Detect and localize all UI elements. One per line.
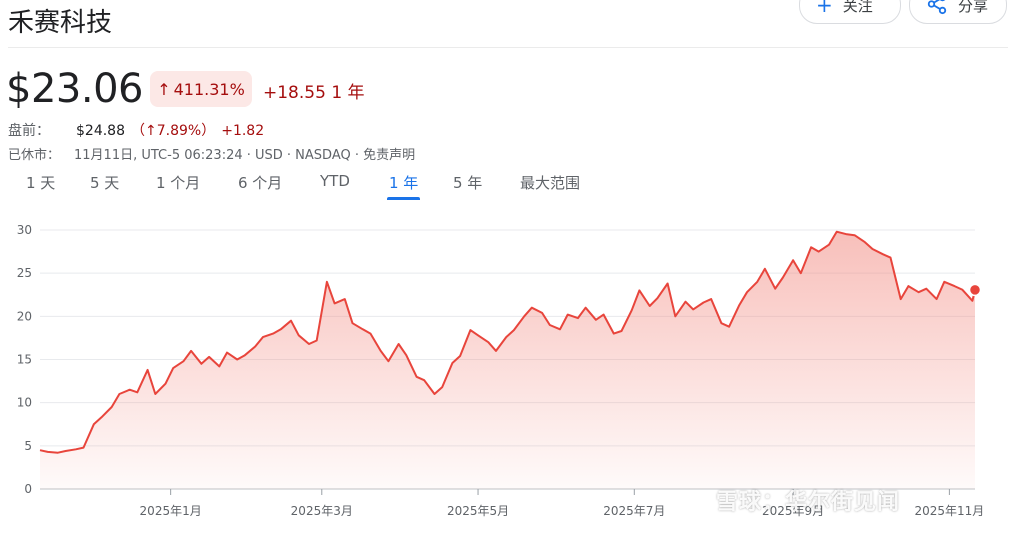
status-label: 已休市： — [8, 148, 61, 163]
share-button[interactable]: 分享 — [909, 0, 1007, 24]
premarket-price: $24.88 — [76, 123, 125, 139]
arrow-up-icon: ↑ — [157, 79, 171, 99]
tab-1d[interactable]: 1 天 — [26, 172, 55, 193]
follow-button[interactable]: + 关注 — [799, 0, 901, 24]
tab-1m[interactable]: 1 个月 — [156, 172, 200, 193]
current-price: $23.06 — [6, 66, 143, 112]
share-icon — [926, 0, 948, 18]
price-area-fill — [40, 231, 975, 489]
y-tick-label: 10 — [17, 396, 32, 410]
change-absolute: +18.55 1 年 — [263, 83, 365, 103]
last-price-marker — [968, 283, 982, 297]
premarket-row: 盘前： $24.88 （↑7.89%） +1.82 — [8, 120, 264, 140]
tab-6m[interactable]: 6 个月 — [238, 172, 282, 193]
tab-5y[interactable]: 5 年 — [453, 172, 482, 193]
tab-5d[interactable]: 5 天 — [90, 172, 119, 193]
plus-icon: + — [816, 0, 833, 17]
tab-1y[interactable]: 1 年 — [386, 172, 421, 200]
y-tick-label: 15 — [17, 353, 32, 367]
y-tick-label: 5 — [24, 439, 32, 453]
y-tick-label: 20 — [17, 309, 32, 323]
change-percent: 411.31% — [173, 79, 245, 99]
follow-label: 关注 — [842, 0, 873, 15]
tab-ytd[interactable]: YTD — [320, 172, 350, 190]
x-tick-label: 2025年7月 — [603, 504, 665, 518]
header-divider — [8, 47, 1008, 48]
x-tick-label: 2025年5月 — [447, 504, 509, 518]
share-label: 分享 — [958, 0, 989, 15]
y-tick-label: 25 — [17, 266, 32, 280]
market-status: 已休市： 11月11日, UTC-5 06:23:24 · USD · NASDA… — [8, 144, 415, 163]
tab-max[interactable]: 最大范围 — [520, 172, 580, 193]
change-percent-badge: ↑ 411.31% — [150, 71, 252, 107]
page-title: 禾赛科技 — [8, 8, 113, 38]
x-tick-label: 2025年3月 — [291, 504, 353, 518]
y-tick-label: 30 — [17, 223, 32, 237]
y-tick-label: 0 — [24, 482, 32, 496]
x-tick-label: 2025年1月 — [140, 504, 202, 518]
x-tick-label: 2025年11月 — [914, 504, 984, 518]
premarket-change: +1.82 — [221, 123, 265, 139]
watermark: 雪球：华尔街见闻 — [716, 490, 901, 515]
status-text: 11月11日, UTC-5 06:23:24 · USD · NASDAQ · … — [74, 148, 416, 163]
premarket-percent: （↑7.89%） — [131, 123, 216, 139]
premarket-label: 盘前： — [8, 123, 50, 139]
